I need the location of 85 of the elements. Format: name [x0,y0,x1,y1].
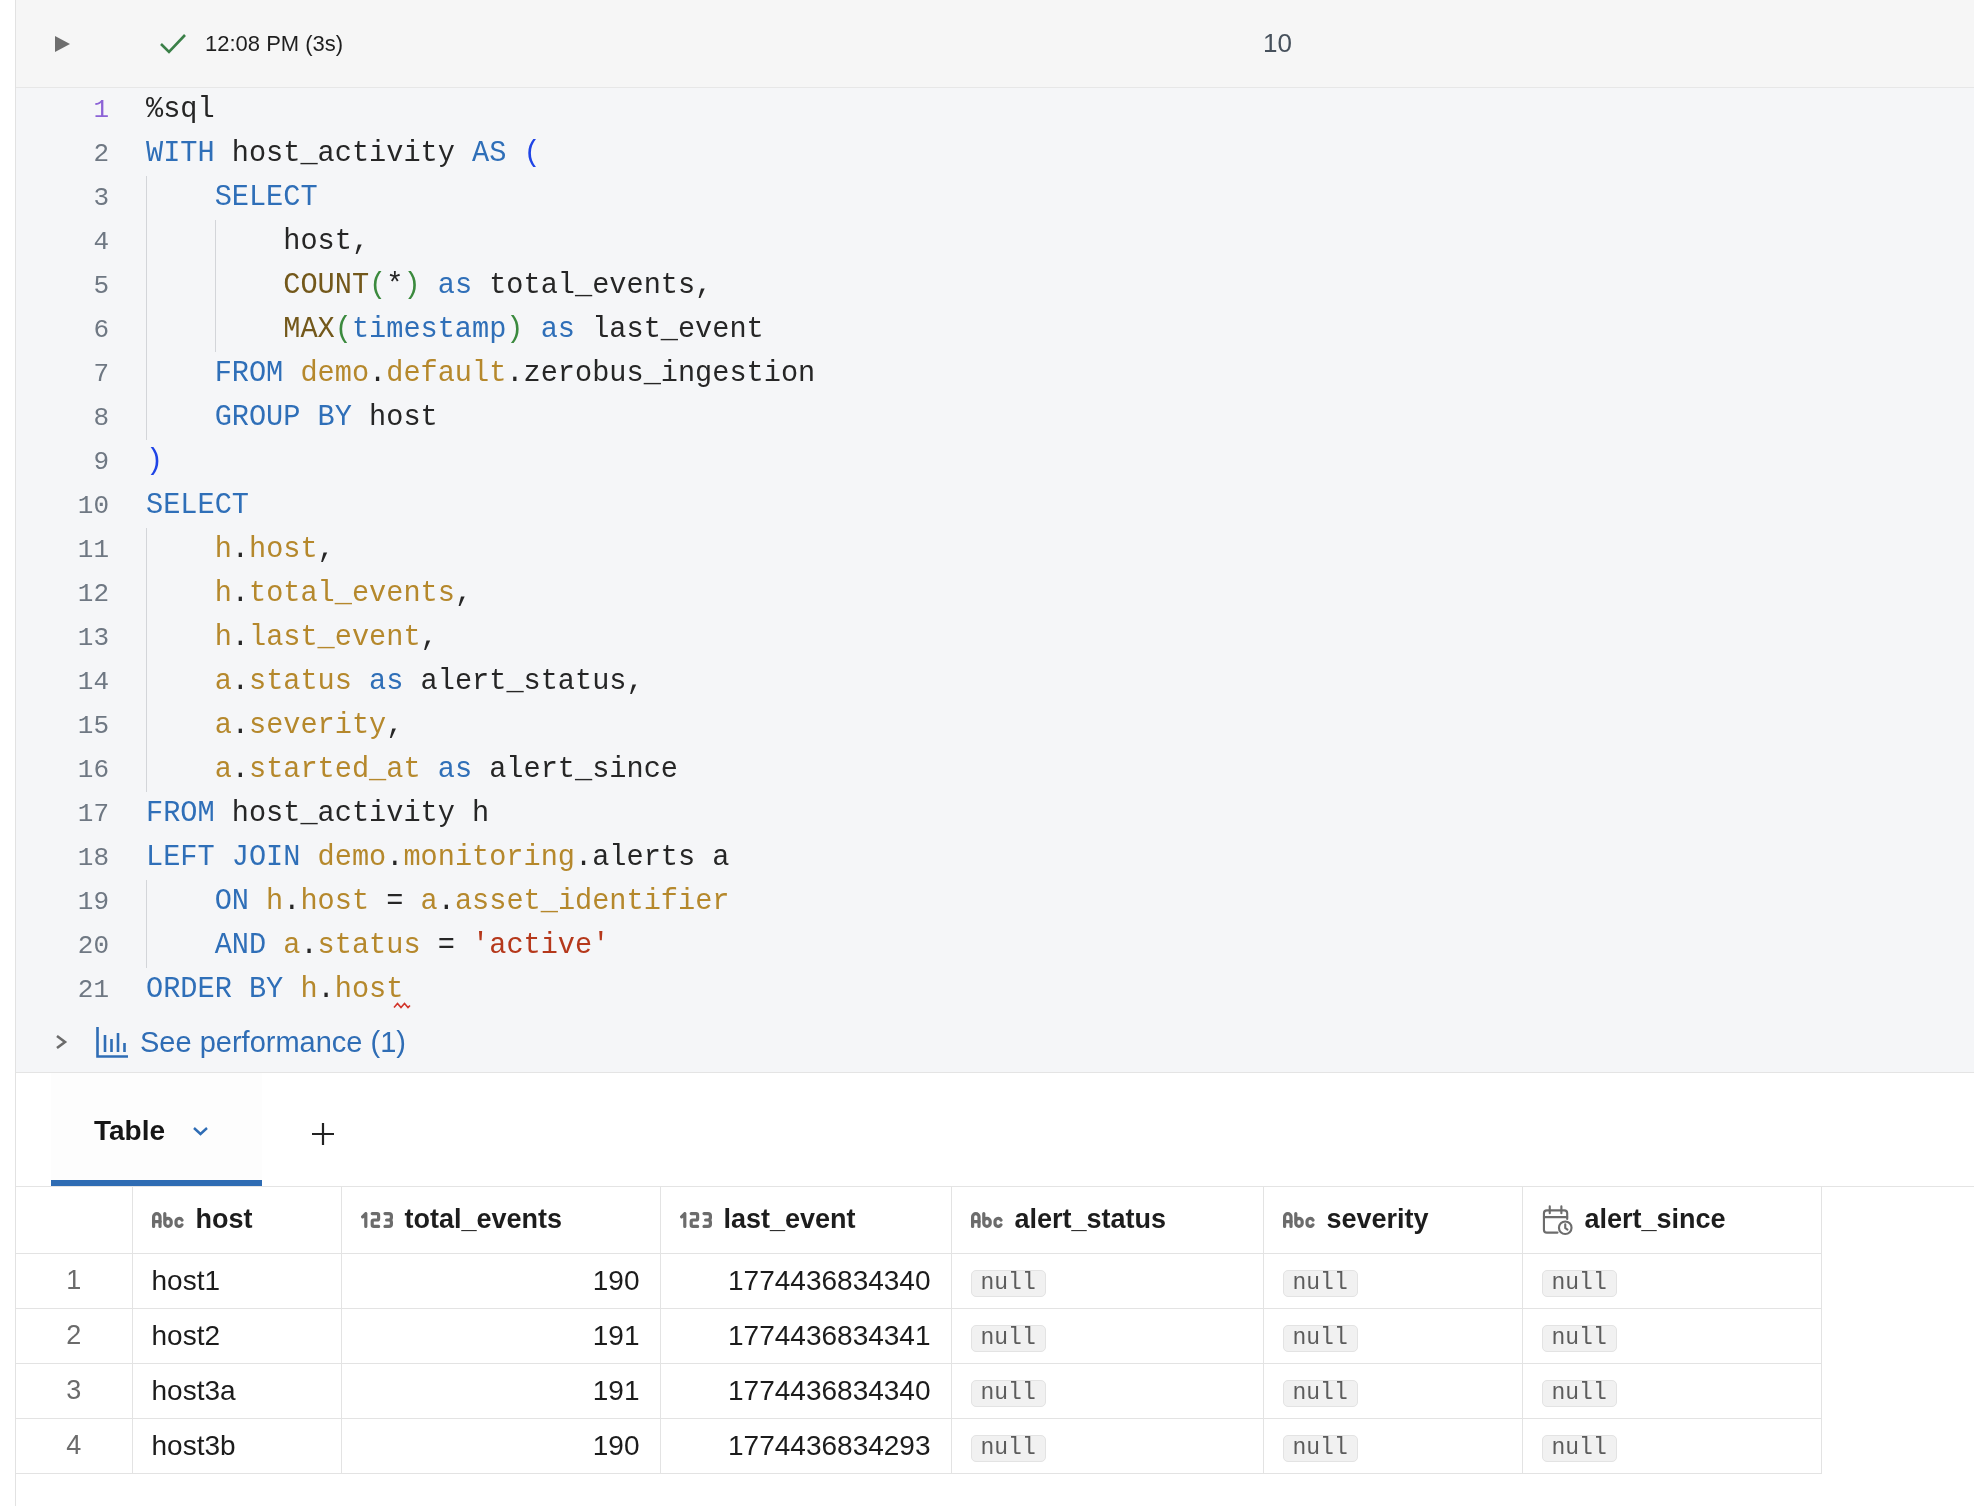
code-line: host, [283,224,370,260]
play-icon [55,35,70,52]
line-number: 10 [77,491,109,521]
code-line: h.last_event, [214,620,438,656]
column-header: host [195,1204,253,1236]
table-cell: host3b [132,1418,341,1473]
code-line: ) [146,444,164,480]
table-cell: 190 [341,1253,660,1308]
null-badge: null [1541,1380,1617,1407]
chevron-down-icon [192,1125,210,1136]
null-badge: null [970,1270,1046,1297]
bar-chart-icon [96,1026,128,1058]
code-line: WITH host_activity AS ( [146,136,541,172]
line-number: 2 [93,139,109,169]
table-cell: 191 [341,1308,660,1363]
code-line: a.status as alert_status, [214,664,644,700]
null-badge: null [1282,1325,1358,1352]
row-number: 4 [16,1418,132,1473]
column-header: severity [1326,1204,1429,1236]
run-button[interactable] [55,35,70,52]
column-header: alert_since [1584,1204,1726,1236]
column-header: total_events [404,1204,563,1236]
line-number: 1 [93,95,109,125]
line-number: 4 [93,227,109,257]
row-number: 1 [16,1253,132,1308]
count-text: 10 [1263,28,1292,59]
code-line: a.severity, [214,708,404,744]
code-line: a.started_at as alert_since [214,752,678,788]
null-badge: null [1282,1435,1358,1462]
run-time: 12:08 PM (3s) [205,30,344,57]
code-line: LEFT JOIN demo.monitoring.alerts a [146,840,730,876]
see-performance-link[interactable]: See performance (1) [55,1020,406,1064]
code-line: FROM host_activity h [146,796,490,832]
table-cell: 1774436834340 [660,1363,951,1418]
line-number: 7 [93,359,109,389]
code-line: FROM demo.default.zerobus_ingestion [214,356,816,392]
line-number: 13 [77,623,109,653]
line-number: 18 [77,843,109,873]
plus-icon [312,1122,334,1145]
line-number: 8 [93,403,109,433]
table-cell: 190 [341,1418,660,1473]
table-cell: host2 [132,1308,341,1363]
table-cell: 1774436834341 [660,1308,951,1363]
line-number: 6 [93,315,109,345]
code-line: ORDER BY h.host [146,972,404,1008]
row-number: 3 [16,1363,132,1418]
line-number: 3 [93,183,109,213]
code-line: %sql [146,92,215,128]
null-badge: null [970,1380,1046,1407]
table-cell: 191 [341,1363,660,1418]
code-line: SELECT [214,180,318,216]
table-cell: host1 [132,1253,341,1308]
code-line: ON h.host = a.asset_identifier [214,884,730,920]
line-number: 19 [77,887,109,917]
null-badge: null [1541,1270,1617,1297]
code-line: AND a.status = 'active' [214,928,610,964]
line-number: 17 [77,799,109,829]
line-number: 20 [77,931,109,961]
add-tab-button[interactable] [312,1122,334,1145]
line-number: 15 [77,711,109,741]
line-number: 9 [93,447,109,477]
table-cell: 1774436834340 [660,1253,951,1308]
null-badge: null [1282,1380,1358,1407]
line-number: 5 [93,271,109,301]
line-number: 12 [77,579,109,609]
code-line: SELECT [146,488,249,524]
column-header: alert_status [1014,1204,1167,1236]
null-badge: null [970,1325,1046,1352]
null-badge: null [1541,1435,1617,1462]
line-number: 11 [77,535,109,565]
null-badge: null [1541,1325,1617,1352]
code-line: h.total_events, [214,576,473,612]
null-badge: null [1282,1270,1358,1297]
column-header: last_event [723,1204,856,1236]
table-cell: host3a [132,1363,341,1418]
null-badge: null [970,1435,1046,1462]
code-line: GROUP BY host [214,400,438,436]
row-number: 2 [16,1308,132,1363]
line-number: 21 [77,975,109,1005]
line-number: 14 [77,667,109,697]
code-line: MAX(timestamp) as last_event [283,312,764,348]
table-cell: 1774436834293 [660,1418,951,1473]
line-number: 16 [77,755,109,785]
code-line: h.host, [214,532,335,568]
code-line: COUNT(*) as total_events, [283,268,713,304]
